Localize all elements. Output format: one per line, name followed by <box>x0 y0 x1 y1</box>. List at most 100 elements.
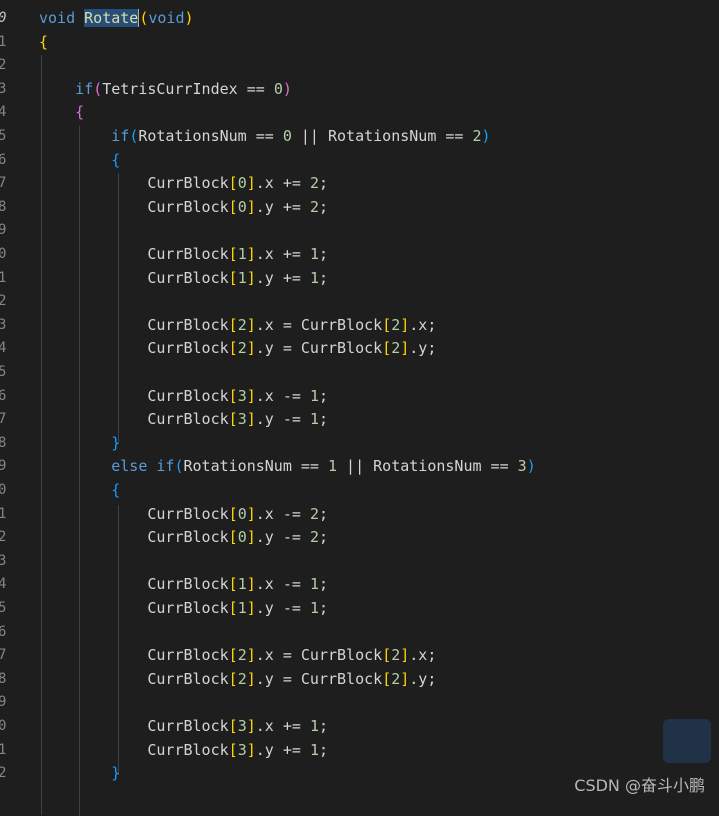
line-number: 0 <box>0 482 7 498</box>
code-text: CurrBlock[3].y += 1; <box>39 739 328 761</box>
code-line[interactable]: 3 if(TetrisCurrIndex == 0) <box>0 78 719 100</box>
code-token: 0 <box>237 174 247 193</box>
code-token: || <box>291 127 328 145</box>
code-token: [ <box>228 174 238 193</box>
code-token: CurrBlock <box>39 268 229 287</box>
code-token: 2 <box>391 339 401 358</box>
code-line[interactable]: 6 CurrBlock[3].x -= 1; <box>0 385 719 407</box>
code-text: CurrBlock[0].y += 2; <box>39 196 328 218</box>
code-token: 1 <box>309 599 319 617</box>
code-line[interactable]: 8 CurrBlock[2].y = CurrBlock[2].y; <box>0 668 719 690</box>
code-token: CurrBlock <box>39 575 229 594</box>
code-line[interactable]: 8 CurrBlock[0].y += 2; <box>0 196 719 218</box>
code-token: ( <box>174 457 184 476</box>
code-token: } <box>39 764 121 783</box>
code-token: ) <box>481 127 491 145</box>
code-token: [ <box>228 575 238 594</box>
code-token: [ <box>228 339 238 358</box>
code-text: CurrBlock[0].x += 2; <box>39 172 328 194</box>
code-token: [ <box>228 315 238 334</box>
code-line[interactable]: 2 CurrBlock[0].y -= 2; <box>0 526 719 548</box>
code-text: { <box>39 479 120 501</box>
code-line[interactable]: 1 CurrBlock[1].y += 1; <box>0 267 719 289</box>
code-token: ] <box>246 646 256 665</box>
code-token: void <box>39 9 76 27</box>
line-number: 1 <box>0 33 7 50</box>
code-token: ] <box>246 315 256 334</box>
code-line[interactable]: 6 <box>0 621 719 643</box>
code-token: ; <box>318 599 328 617</box>
code-token: == <box>237 79 274 98</box>
code-token: 1 <box>309 575 319 594</box>
code-token: [ <box>382 339 392 358</box>
code-text: CurrBlock[1].y += 1; <box>39 267 328 289</box>
code-text: CurrBlock[1].x -= 1; <box>39 573 328 595</box>
line-number: 3 <box>0 552 7 569</box>
code-line[interactable]: 0 CurrBlock[1].x += 1; <box>0 243 719 265</box>
code-token: ; <box>318 717 328 735</box>
code-token: { <box>39 32 49 51</box>
code-token: 1 <box>237 268 247 287</box>
line-number: 0 <box>0 718 7 734</box>
code-token: .x += <box>255 245 310 263</box>
line-number: 9 <box>0 458 7 475</box>
code-line[interactable]: 7 CurrBlock[3].y -= 1; <box>0 408 719 430</box>
code-token: .x += <box>255 174 310 193</box>
code-line[interactable]: 4 CurrBlock[2].y = CurrBlock[2].y; <box>0 337 719 359</box>
code-token: ] <box>246 740 256 759</box>
code-token: .x -= <box>255 386 310 405</box>
line-number: 7 <box>0 647 7 664</box>
code-line[interactable]: 3 CurrBlock[2].x = CurrBlock[2].x; <box>0 314 719 336</box>
code-text: CurrBlock[3].y -= 1; <box>39 408 328 430</box>
line-number: 6 <box>0 151 7 168</box>
line-number: 4 <box>0 576 7 593</box>
code-token: [ <box>382 315 392 334</box>
code-line[interactable]: 0void Rotate(void) <box>0 7 719 29</box>
code-line[interactable]: 4 { <box>0 101 719 123</box>
code-token: 1 <box>309 740 319 759</box>
code-token: 0 <box>237 504 247 523</box>
code-line[interactable]: 1{ <box>0 31 719 53</box>
code-line[interactable]: 2 <box>0 54 719 76</box>
code-token: [ <box>228 646 238 665</box>
code-token: { <box>39 150 121 169</box>
code-token: ) <box>184 9 194 27</box>
code-token: ] <box>246 504 256 523</box>
code-line[interactable]: 7 CurrBlock[0].x += 2; <box>0 172 719 194</box>
code-line[interactable]: 5 CurrBlock[1].y -= 1; <box>0 597 719 619</box>
code-editor[interactable]: 0void Rotate(void)1{23 if(TetrisCurrInde… <box>0 0 719 816</box>
code-token: CurrBlock <box>39 599 229 617</box>
code-token: ; <box>318 575 328 594</box>
line-number: 1 <box>0 269 7 286</box>
code-line[interactable]: 1 CurrBlock[0].x -= 2; <box>0 503 719 525</box>
code-line[interactable]: 7 CurrBlock[2].x = CurrBlock[2].x; <box>0 644 719 666</box>
code-line[interactable]: 9 <box>0 691 719 713</box>
code-line[interactable]: 5 <box>0 361 719 383</box>
code-line[interactable]: 4 CurrBlock[1].x -= 1; <box>0 573 719 595</box>
code-line[interactable]: 9 else if(RotationsNum == 1 || Rotations… <box>0 455 719 477</box>
code-token: [ <box>382 646 392 665</box>
code-token: ] <box>246 717 256 735</box>
code-line[interactable]: 5 if(RotationsNum == 0 || RotationsNum =… <box>0 125 719 147</box>
code-token: 2 <box>237 669 247 688</box>
code-line[interactable]: 9 <box>0 219 719 241</box>
code-text: CurrBlock[3].x -= 1; <box>39 385 328 407</box>
line-number: 5 <box>0 600 7 616</box>
code-line[interactable]: 0 { <box>0 479 719 501</box>
code-line[interactable]: 0 CurrBlock[3].x += 1; <box>0 715 719 737</box>
code-token: 1 <box>309 268 319 287</box>
code-line[interactable]: 6 { <box>0 149 719 171</box>
code-text: else if(RotationsNum == 1 || RotationsNu… <box>39 455 535 477</box>
watermark-badge-icon <box>663 719 711 763</box>
code-token: 2 <box>237 315 247 334</box>
code-line[interactable]: 8 } <box>0 432 719 454</box>
code-token: 1 <box>309 386 319 405</box>
code-line[interactable]: 2 <box>0 290 719 312</box>
code-token: ] <box>400 315 410 334</box>
code-line[interactable]: 3 <box>0 550 719 572</box>
code-line[interactable]: 1 CurrBlock[3].y += 1; <box>0 739 719 761</box>
code-token: .y -= <box>255 410 310 429</box>
line-number: 1 <box>0 741 7 758</box>
code-token: .y; <box>409 339 437 358</box>
